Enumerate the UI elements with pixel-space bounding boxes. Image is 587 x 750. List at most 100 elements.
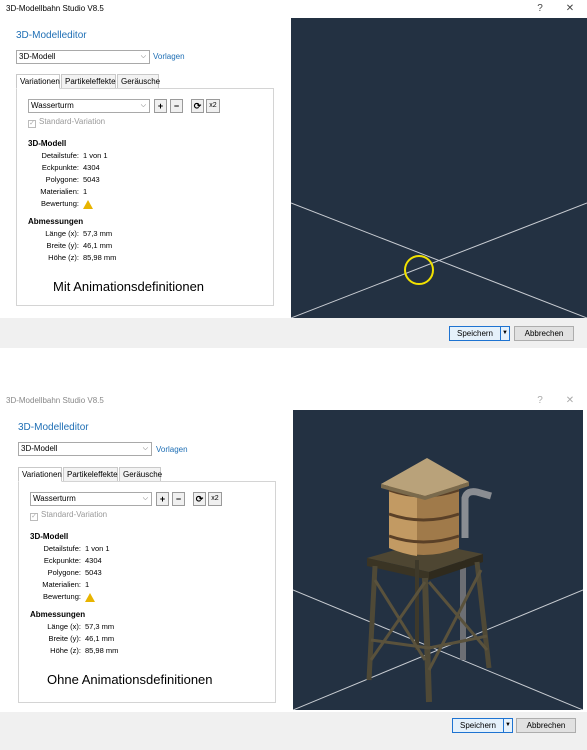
refresh-button[interactable]: ⟳: [193, 492, 206, 506]
info-label: Polygone:: [47, 568, 81, 577]
checkbox-icon: ✓: [28, 120, 36, 128]
dim-row: Breite (y): 46,1 mm: [17, 241, 217, 251]
tab-variationen[interactable]: Variationen: [16, 74, 60, 89]
chevron-down-icon: ⌵: [140, 53, 146, 60]
info-value: 4304: [83, 163, 100, 172]
cancel-button[interactable]: Abbrechen: [516, 718, 576, 733]
info-row: Detailstufe: 1 von 1: [17, 151, 217, 161]
info-value: 4304: [85, 556, 102, 565]
info-row: Bewertung:: [19, 592, 219, 602]
info-value: 1 von 1: [83, 151, 108, 160]
info-label: Detailstufe:: [43, 544, 81, 553]
info-label: Materialien:: [42, 580, 81, 589]
chevron-down-icon: ⌵: [140, 102, 146, 109]
cancel-button[interactable]: Abbrechen: [514, 326, 574, 341]
pipe: [461, 488, 492, 538]
info-row: Materialien: 1: [19, 580, 219, 590]
variation-value: Wasserturm: [31, 101, 74, 110]
variation-dropdown[interactable]: Wasserturm ⌵: [28, 99, 150, 113]
tab-geraeusche[interactable]: Geräusche: [119, 467, 162, 482]
duplicate-button[interactable]: x2: [206, 99, 220, 113]
info-value: 1: [85, 580, 90, 589]
close-button[interactable]: ✕: [564, 395, 576, 406]
remove-variation-button[interactable]: −: [170, 99, 183, 113]
viewport-scene: [293, 458, 583, 710]
dim-value: 57,3 mm: [83, 229, 113, 238]
add-variation-button[interactable]: +: [156, 492, 169, 506]
dim-row: Höhe (z): 85,98 mm: [17, 253, 217, 263]
tab-variationen[interactable]: Variationen: [18, 467, 62, 482]
chevron-down-icon: ⌵: [142, 445, 148, 452]
variation-dropdown[interactable]: Wasserturm ⌵: [30, 492, 152, 506]
highlight-circle: [404, 255, 434, 285]
model-section-title: 3D-Modell: [30, 532, 69, 541]
editor-window-bottom: 3D-Modellbahn Studio V8.5 ? ✕ 3D-Modelle…: [0, 392, 587, 750]
standard-variation-checkbox[interactable]: ✓ Standard-Variation: [30, 510, 107, 521]
3d-viewport[interactable]: [291, 18, 587, 318]
checkbox-icon: ✓: [30, 513, 38, 521]
editor-heading: 3D-Modelleditor: [16, 30, 87, 41]
info-row: Polygone: 5043: [17, 175, 217, 185]
standard-variation-label: Standard-Variation: [41, 510, 108, 519]
dim-label: Höhe (z):: [50, 646, 81, 655]
info-label: Polygone:: [45, 175, 79, 184]
remove-variation-button[interactable]: −: [172, 492, 185, 506]
water-tower-model: [366, 458, 492, 703]
tab-partikeleffekte[interactable]: Partikeleffekte: [61, 74, 116, 89]
info-value: 5043: [83, 175, 100, 184]
save-dropdown-button[interactable]: ▼: [500, 326, 510, 341]
warning-icon: [85, 592, 95, 603]
window-title: 3D-Modellbahn Studio V8.5: [6, 4, 104, 13]
tab-partikeleffekte[interactable]: Partikeleffekte: [63, 467, 118, 482]
dimensions-section-title: Abmessungen: [28, 217, 84, 226]
info-value: 5043: [85, 568, 102, 577]
dim-row: Länge (x): 57,3 mm: [17, 229, 217, 239]
info-row: Detailstufe: 1 von 1: [19, 544, 219, 554]
dimensions-section-title: Abmessungen: [30, 610, 86, 619]
save-button[interactable]: Speichern: [449, 326, 501, 341]
leg: [474, 561, 492, 669]
save-button[interactable]: Speichern: [452, 718, 504, 733]
editor-window-top: 3D-Modellbahn Studio V8.5 ? ✕ 3D-Modelle…: [0, 0, 587, 348]
help-button[interactable]: ?: [534, 395, 546, 406]
info-row: Bewertung:: [17, 199, 217, 209]
info-row: Materialien: 1: [17, 187, 217, 197]
standard-variation-checkbox[interactable]: ✓ Standard-Variation: [28, 117, 105, 128]
close-button[interactable]: ✕: [564, 3, 576, 14]
refresh-button[interactable]: ⟳: [191, 99, 204, 113]
info-row: Eckpunkte: 4304: [19, 556, 219, 566]
dialog-footer: Speichern ▼ Abbrechen: [0, 318, 587, 348]
info-value: 1 von 1: [85, 544, 110, 553]
3d-viewport[interactable]: [293, 410, 583, 710]
dim-row: Breite (y): 46,1 mm: [19, 634, 219, 644]
dialog-footer: Speichern ▼ Abbrechen: [0, 712, 587, 750]
dim-label: Länge (x):: [47, 622, 81, 631]
vorlagen-link[interactable]: Vorlagen: [156, 445, 188, 454]
info-value: 1: [83, 187, 88, 196]
window-title: 3D-Modellbahn Studio V8.5: [6, 396, 104, 405]
editor-heading: 3D-Modelleditor: [18, 422, 89, 433]
model-type-dropdown[interactable]: 3D-Modell ⌵: [18, 442, 152, 456]
viewport-grid: [291, 202, 587, 318]
info-label: Materialien:: [40, 187, 79, 196]
tab-geraeusche[interactable]: Geräusche: [117, 74, 160, 89]
dim-label: Breite (y):: [48, 634, 81, 643]
model-type-dropdown[interactable]: 3D-Modell ⌵: [16, 50, 150, 64]
info-label: Detailstufe:: [41, 151, 79, 160]
brace: [427, 569, 483, 671]
title-bar: 3D-Modellbahn Studio V8.5 ? ✕: [0, 392, 587, 410]
help-button[interactable]: ?: [534, 3, 546, 14]
dim-value: 46,1 mm: [85, 634, 115, 643]
info-row: Eckpunkte: 4304: [17, 163, 217, 173]
dim-value: 57,3 mm: [85, 622, 115, 631]
duplicate-button[interactable]: x2: [208, 492, 222, 506]
add-variation-button[interactable]: +: [154, 99, 167, 113]
dim-value: 85,98 mm: [83, 253, 117, 262]
dim-row: Länge (x): 57,3 mm: [19, 622, 219, 632]
dim-row: Höhe (z): 85,98 mm: [19, 646, 219, 656]
chevron-down-icon: ⌵: [142, 495, 148, 502]
vorlagen-link[interactable]: Vorlagen: [153, 52, 185, 61]
caption-without-animations: Ohne Animationsdefinitionen: [47, 672, 213, 687]
dim-label: Höhe (z):: [48, 253, 79, 262]
save-dropdown-button[interactable]: ▼: [503, 718, 513, 733]
